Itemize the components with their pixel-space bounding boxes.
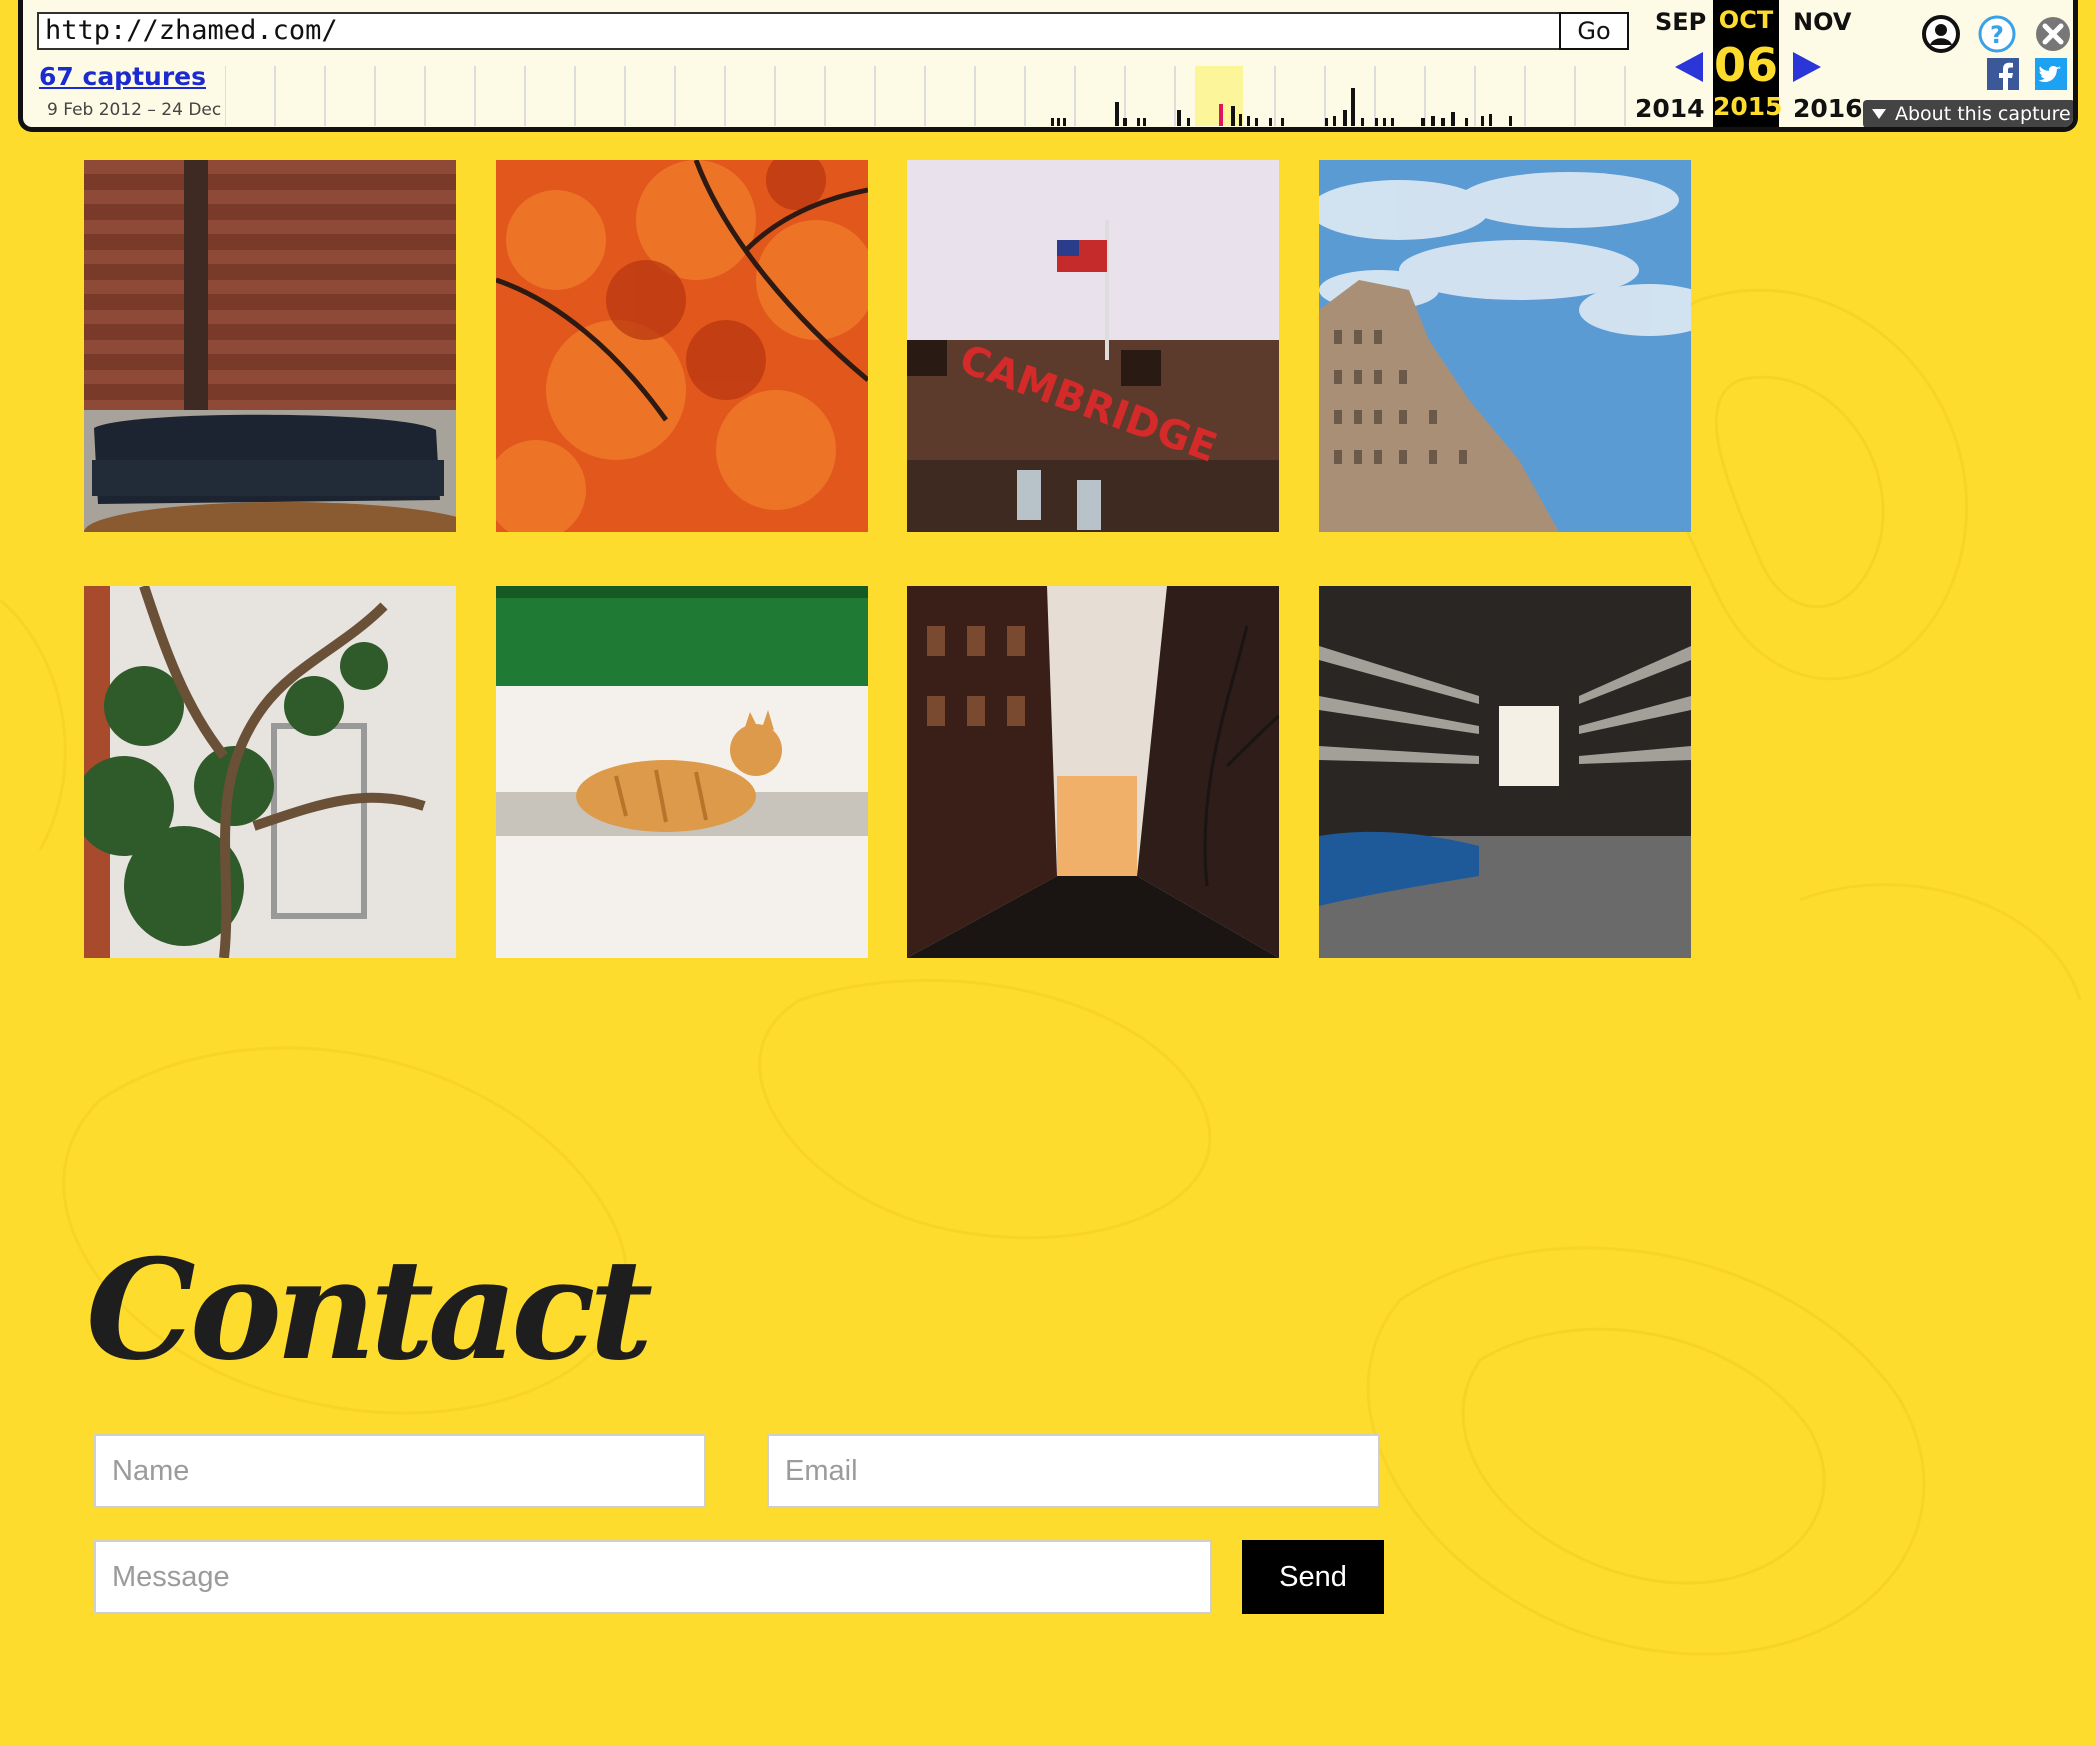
- message-field[interactable]: [94, 1540, 1212, 1614]
- name-field[interactable]: [94, 1434, 706, 1508]
- gallery-photo-autumn-leaves[interactable]: [496, 160, 868, 532]
- building-sky-photo: [1319, 160, 1691, 532]
- current-month-label: OCT: [1718, 6, 1774, 34]
- account-icon[interactable]: [1921, 14, 1961, 54]
- capture-date-range: 9 Feb 2012 – 24 Dec: [47, 100, 222, 120]
- help-icon[interactable]: ?: [1977, 14, 2017, 54]
- wayback-toolbar: http://zhamed.com/ Go 67 captures 9 Feb …: [18, 0, 2078, 132]
- email-field[interactable]: [767, 1434, 1380, 1508]
- svg-text:?: ?: [1990, 21, 2004, 49]
- facebook-icon[interactable]: [1987, 58, 2019, 90]
- gallery-photo-building-sky[interactable]: [1319, 160, 1691, 532]
- ivy-tree-photo: [84, 586, 456, 958]
- wayback-url-input[interactable]: http://zhamed.com/: [37, 12, 1567, 50]
- street-sunset-photo: [907, 586, 1279, 958]
- sofa-photo: [84, 160, 456, 532]
- wayback-go-button[interactable]: Go: [1559, 12, 1629, 50]
- captures-sparkline[interactable]: [225, 66, 1631, 126]
- send-button[interactable]: Send: [1242, 1540, 1384, 1614]
- current-day-label: 06: [1713, 38, 1778, 92]
- close-icon[interactable]: [2033, 14, 2073, 54]
- twitter-icon[interactable]: [2035, 58, 2067, 90]
- gallery-photo-boathouse[interactable]: [1319, 586, 1691, 958]
- autumn-leaves-photo: [496, 160, 868, 532]
- next-capture-arrow-icon[interactable]: [1791, 50, 1823, 84]
- contact-heading: Contact: [86, 1228, 653, 1391]
- next-year-label[interactable]: 2016: [1793, 94, 1863, 123]
- bank-sign-photo: CAMBRIDGE: [907, 160, 1279, 532]
- about-capture-button[interactable]: About this capture: [1863, 100, 2073, 127]
- gallery-photo-sofa[interactable]: [84, 160, 456, 532]
- gallery-photo-bank-sign[interactable]: CAMBRIDGE: [907, 160, 1279, 532]
- gallery-photo-cat[interactable]: [496, 586, 868, 958]
- current-capture-date: OCT 06 2015: [1713, 0, 1783, 127]
- about-capture-label: About this capture: [1895, 103, 2071, 125]
- prev-capture-arrow-icon[interactable]: [1673, 50, 1705, 84]
- gallery-photo-street-sunset[interactable]: [907, 586, 1279, 958]
- next-month-label[interactable]: NOV: [1793, 8, 1851, 36]
- boathouse-photo: [1319, 586, 1691, 958]
- prev-month-label[interactable]: SEP: [1655, 8, 1706, 36]
- gallery-photo-ivy-tree[interactable]: [84, 586, 456, 958]
- prev-year-label[interactable]: 2014: [1635, 94, 1705, 123]
- current-year-label: 2015: [1713, 92, 1783, 121]
- captures-link[interactable]: 67 captures: [39, 62, 206, 91]
- cat-photo: [496, 586, 868, 958]
- caret-down-icon: [1872, 109, 1886, 119]
